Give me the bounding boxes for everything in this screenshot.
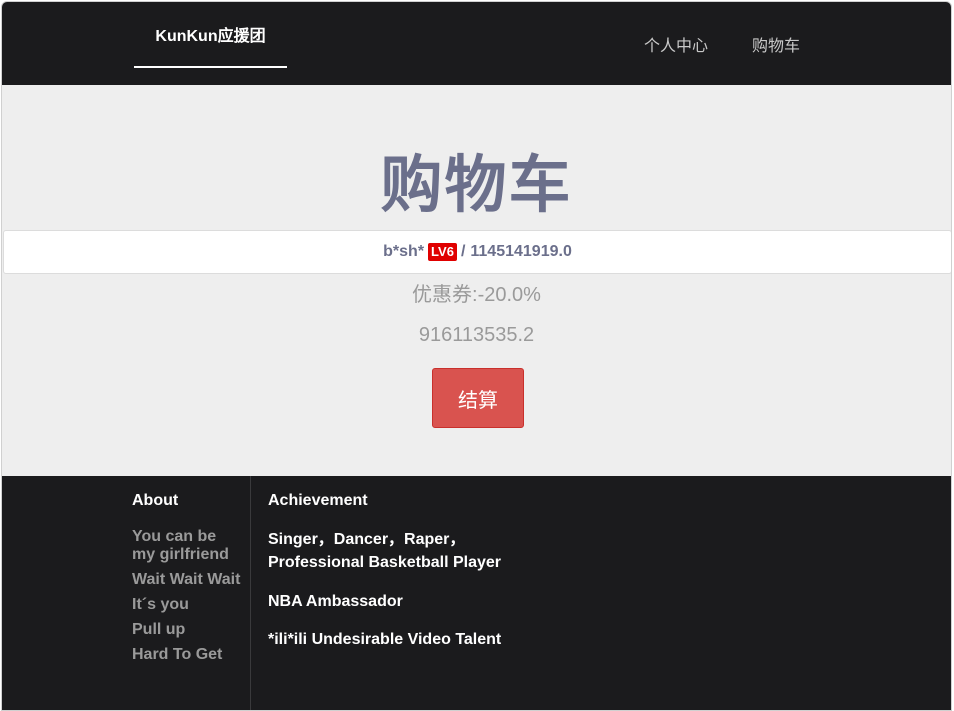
achievement-item: Singer，Dancer，Raper，Professional Basketb… bbox=[268, 531, 501, 571]
coupon-text: 优惠券:-20.0% bbox=[412, 284, 541, 306]
about-link[interactable]: Hard To Get bbox=[132, 646, 242, 664]
page-title: 购物车 bbox=[380, 151, 573, 220]
order-amount: 1145141919.0 bbox=[470, 243, 572, 260]
nav-link-profile[interactable]: 个人中心 bbox=[644, 32, 708, 56]
order-user: b*sh* bbox=[383, 243, 425, 260]
footer-about-list: You can be my girlfriend Wait Wait Wait … bbox=[132, 528, 242, 671]
checkout-button[interactable]: 结算 bbox=[432, 368, 524, 428]
nav-link-cart[interactable]: 购物车 bbox=[752, 32, 800, 56]
achievement-item: *ili*ili Undesirable Video Talent bbox=[268, 631, 502, 648]
footer-about-title: About bbox=[132, 492, 179, 509]
footer-divider bbox=[250, 476, 251, 710]
about-link[interactable]: Pull up bbox=[132, 621, 242, 639]
order-row: b*sh* LV6 / 1145141919.0 bbox=[3, 230, 951, 274]
brand-link[interactable]: KunKun应援团 bbox=[134, 2, 287, 68]
about-link[interactable]: You can be my girlfriend bbox=[132, 528, 242, 564]
navbar: KunKun应援团 个人中心 购物车 bbox=[2, 2, 951, 85]
order-separator: / bbox=[460, 243, 466, 260]
total-price: 916113535.2 bbox=[418, 324, 535, 346]
achievement-item: NBA Ambassador bbox=[268, 593, 403, 610]
browser-window: KunKun应援团 个人中心 购物车 购物车 b*sh* LV6 / 11451… bbox=[1, 1, 952, 711]
about-link[interactable]: Wait Wait Wait bbox=[132, 571, 242, 589]
about-link[interactable]: It´s you bbox=[132, 596, 242, 614]
level-badge: LV6 bbox=[428, 243, 457, 261]
footer-achievement-title: Achievement bbox=[268, 492, 368, 509]
footer: About You can be my girlfriend Wait Wait… bbox=[2, 476, 951, 710]
